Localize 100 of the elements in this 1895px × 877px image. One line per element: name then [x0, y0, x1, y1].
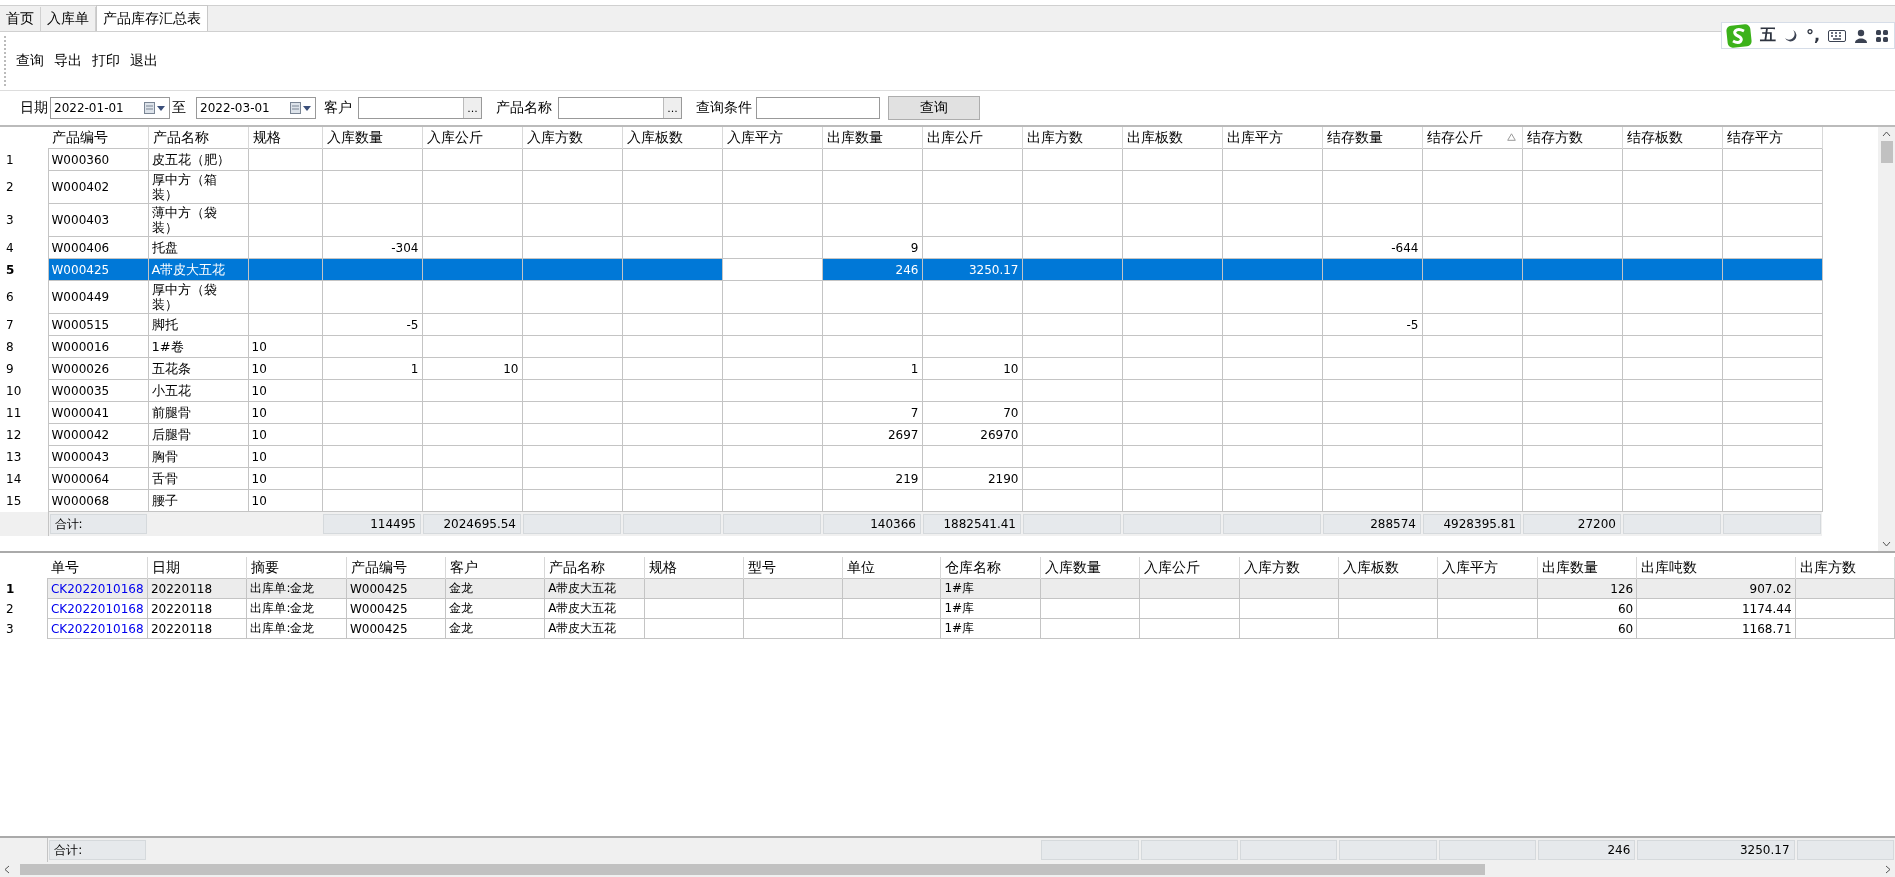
grid-icon[interactable] [1876, 28, 1888, 43]
date-field[interactable]: 2022-03-01 [196, 97, 316, 119]
selected-row[interactable]: 1 CK2022010168 20220118 出库单:金龙 W000425 金龙 A带皮大五花 1#库 126 907.02 [0, 578, 1895, 599]
scroll-right-icon[interactable] [1885, 865, 1891, 874]
toolbar-button[interactable]: 查询 [12, 50, 48, 72]
table-cell: 前腿骨 [151, 405, 191, 420]
table-cell: 9 [910, 240, 919, 255]
column-header[interactable]: 出库公斤 [922, 127, 1022, 149]
row-number: 3 [0, 618, 48, 639]
table-row[interactable]: 2 W000402 厚中方（箱装） [0, 170, 1822, 204]
table-cell: W000064 [51, 471, 110, 486]
column-header[interactable]: 出库数量 [822, 127, 922, 149]
table-row[interactable]: 11 W000041 前腿骨 10 7 70 [0, 401, 1822, 424]
keyboard-icon[interactable] [1828, 29, 1846, 42]
total-cell: 3250.17 [1637, 840, 1795, 860]
table-cell: 胸骨 [151, 449, 178, 464]
column-header[interactable]: 入库方数 [522, 127, 622, 149]
selected-row[interactable]: 5 W000425 A带皮大五花 246 3250.17 [0, 258, 1822, 281]
person-icon[interactable] [1854, 28, 1868, 43]
table-row[interactable]: 2 CK2022010168 20220118 出库单:金龙 W000425 金龙 A带皮大五花 1#库 60 1174.44 [0, 598, 1895, 619]
customer-label: 客户 [324, 99, 352, 117]
scroll-left-icon[interactable] [4, 865, 10, 874]
column-header[interactable]: 入库公斤 [422, 127, 522, 149]
table-cell: 219 [895, 471, 919, 486]
row-number: 8 [0, 335, 48, 358]
ime-logo-icon[interactable] [1725, 23, 1752, 48]
column-header[interactable]: 出库平方 [1222, 127, 1322, 149]
vertical-scrollbar[interactable] [1878, 127, 1895, 551]
table-row[interactable]: 12 W000042 后腿骨 10 2697 26970 [0, 423, 1822, 446]
table-row[interactable]: 1 W000360 皮五花（肥） [0, 148, 1822, 171]
browse-button[interactable]: ... [463, 98, 481, 118]
table-cell: -5 [1406, 317, 1419, 332]
column-header[interactable]: 产品编号 [48, 127, 148, 149]
column-header[interactable]: 入库板数 [622, 127, 722, 149]
table-row[interactable]: 15 W000068 腰子 10 [0, 489, 1822, 512]
table-row[interactable]: 7 W000515 脚托 -5 -5 [0, 313, 1822, 336]
table-cell: 10 [251, 383, 267, 398]
toolbar-button[interactable]: 打印 [88, 50, 124, 72]
browse-button[interactable]: ... [663, 98, 681, 118]
column-header[interactable]: 出库板数 [1122, 127, 1222, 149]
column-header[interactable]: 结存数量 [1322, 127, 1422, 149]
table-cell: 厚中方（袋装） [151, 282, 217, 312]
toolbar-button[interactable]: 导出 [50, 50, 86, 72]
table-row[interactable]: 10 W000035 小五花 10 [0, 379, 1822, 402]
table-cell: 皮五花（肥） [151, 152, 230, 167]
total-cell: 合计: [49, 514, 147, 534]
toolbar-button[interactable]: 退出 [126, 50, 162, 72]
table-cell: 60 [1617, 601, 1634, 616]
column-header[interactable]: 产品名称 [148, 127, 248, 149]
product-name-field[interactable]: ... [558, 97, 682, 119]
table-cell: 2697 [887, 427, 919, 442]
column-header[interactable]: 结存公斤 [1422, 127, 1522, 149]
table-cell: -5 [406, 317, 419, 332]
query-button[interactable]: 查询 [888, 96, 980, 120]
tab[interactable]: 产品库存汇总表 [96, 5, 208, 31]
row-number: 3 [0, 203, 48, 237]
table-row[interactable]: 3 CK2022010168 20220118 出库单:金龙 W000425 金龙 A带皮大五花 1#库 60 1168.71 [0, 618, 1895, 639]
table-cell: 腰子 [151, 493, 178, 508]
table-row[interactable]: 6 W000449 厚中方（袋装） [0, 280, 1822, 314]
table-cell: 后腿骨 [151, 427, 191, 442]
table-row[interactable]: 4 W000406 托盘 -304 9 -644 [0, 236, 1822, 259]
table-row[interactable]: 14 W000064 舌骨 10 219 2190 [0, 467, 1822, 490]
table-cell: 舌骨 [151, 471, 178, 486]
table-cell: W000425 [349, 621, 408, 636]
table-row[interactable]: 3 W000403 薄中方（袋装） [0, 203, 1822, 237]
column-header[interactable]: 结存板数 [1622, 127, 1722, 149]
table-cell: 托盘 [151, 240, 178, 255]
table-cell: W000026 [51, 361, 110, 376]
column-header[interactable]: 入库数量 [322, 127, 422, 149]
moon-icon[interactable] [1783, 28, 1798, 43]
query-condition-field[interactable] [756, 97, 880, 119]
column-header[interactable]: 出库方数 [1022, 127, 1122, 149]
scroll-down-icon[interactable] [1882, 541, 1891, 547]
row-number: 9 [0, 357, 48, 380]
ime-mode-toggle[interactable]: 五 [1759, 25, 1776, 46]
table-row[interactable]: 8 W000016 1#卷 10 [0, 335, 1822, 358]
table-cell: W000035 [51, 383, 110, 398]
table-cell: 907.02 [1749, 581, 1792, 596]
total-cell: 140366 [823, 514, 921, 534]
column-header[interactable]: 结存方数 [1522, 127, 1622, 149]
table-row[interactable]: 13 W000043 胸骨 10 [0, 445, 1822, 468]
column-header[interactable]: 规格 [248, 127, 322, 149]
table-cell: W000425 [349, 581, 408, 596]
calendar-dropdown-icon[interactable] [290, 102, 312, 114]
scrollbar-thumb[interactable] [1880, 141, 1893, 163]
horizontal-scrollbar[interactable] [0, 862, 1895, 877]
table-cell: A带皮大五花 [548, 621, 617, 635]
date-field[interactable]: 2022-01-01 [50, 97, 170, 119]
calendar-dropdown-icon[interactable] [144, 102, 166, 114]
query-condition-label: 查询条件 [696, 99, 752, 117]
table-cell: 7 [910, 405, 919, 420]
punctuation-toggle[interactable]: °, [1805, 26, 1820, 45]
table-cell: 10 [251, 449, 267, 464]
table-row[interactable]: 9 W000026 五花条 10 1 10 1 10 [0, 357, 1822, 380]
row-number: 6 [0, 280, 48, 314]
column-header[interactable]: 结存平方 [1722, 127, 1822, 149]
scroll-up-icon[interactable] [1882, 131, 1891, 137]
customer-field[interactable]: ... [358, 97, 482, 119]
column-header[interactable]: 入库平方 [722, 127, 822, 149]
scrollbar-thumb[interactable] [20, 864, 1485, 875]
